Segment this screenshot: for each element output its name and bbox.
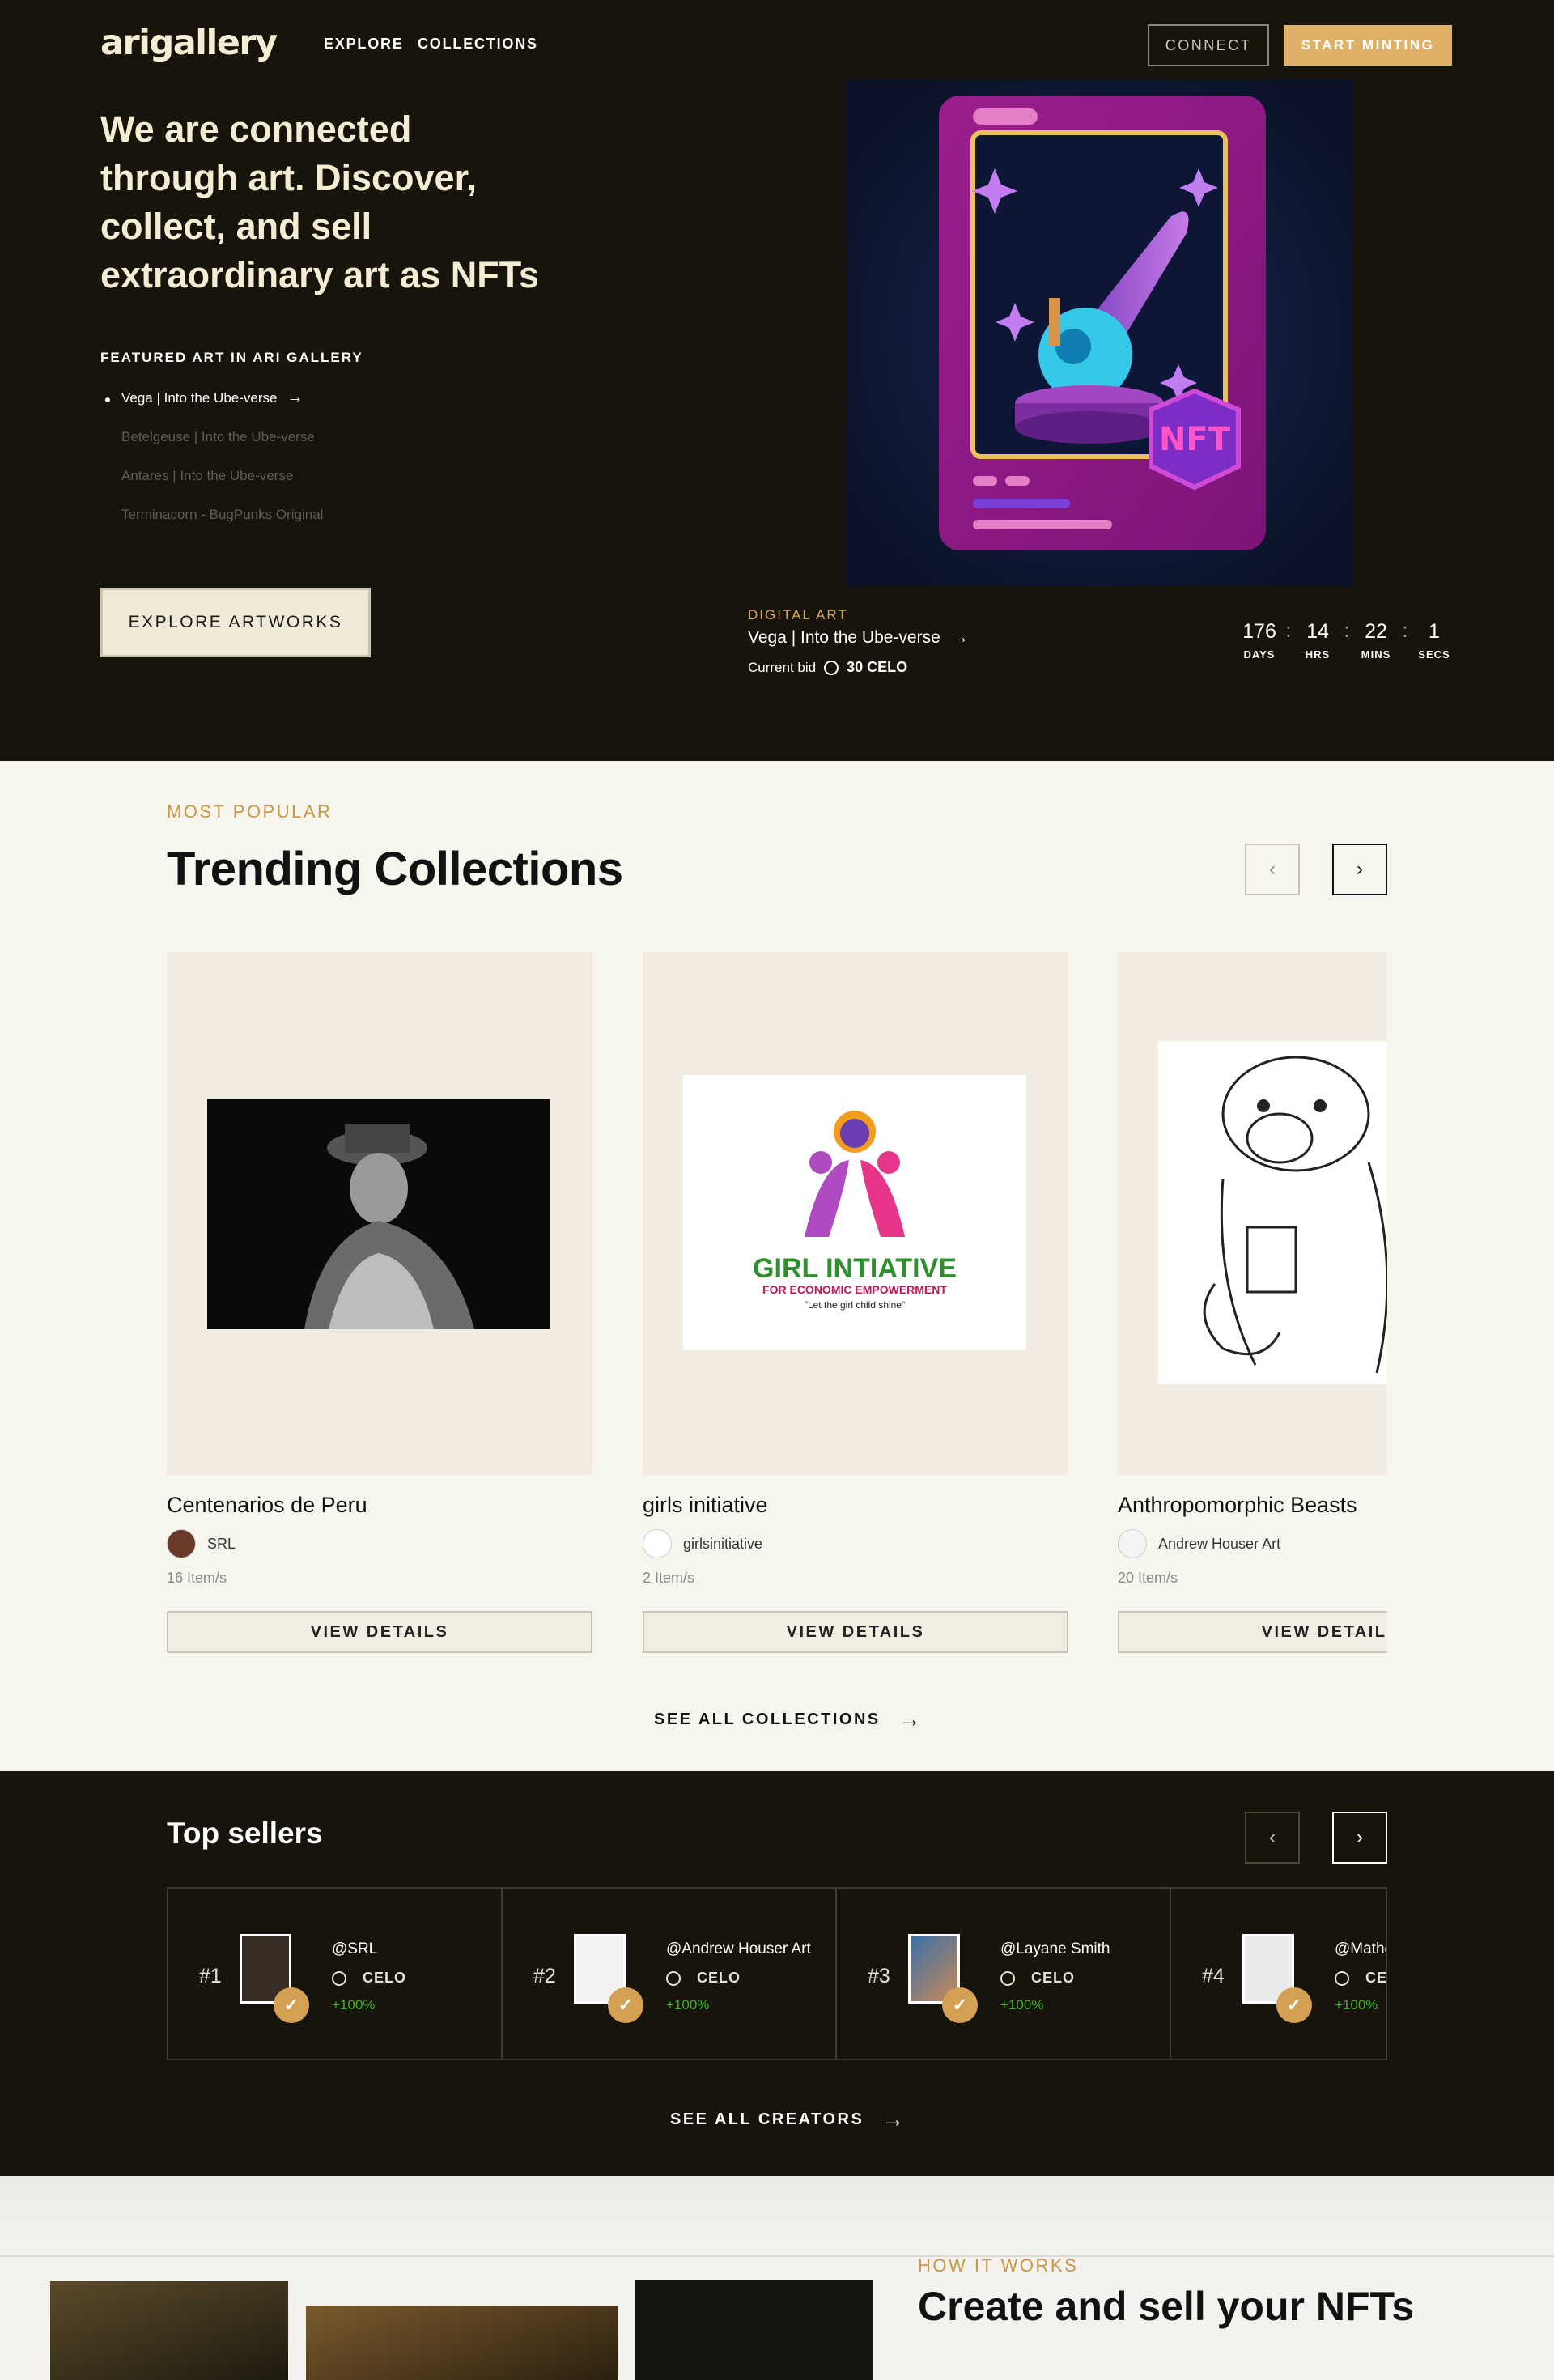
portrait-illustration [304, 1124, 474, 1329]
girl-initiative-logo: GIRL INTIATIVE FOR ECONOMIC EMPOWERMENT … [683, 1075, 1026, 1350]
seller-name: @SRL [332, 1940, 378, 1957]
owner-name: girlsinitiative [683, 1535, 763, 1552]
collection-owner[interactable]: Andrew Houser Art [1118, 1529, 1387, 1558]
seller-rank: #2 [533, 1965, 556, 1987]
timer-secs: 1 [1429, 620, 1440, 643]
currency-label: CELO [1365, 1970, 1387, 1986]
logo-subtitle: FOR ECONOMIC EMPOWERMENT [762, 1283, 947, 1296]
currency-label: CELO [363, 1970, 407, 1986]
logo-title: GIRL INTIATIVE [753, 1253, 957, 1284]
top-sellers-title: Top sellers [167, 1817, 323, 1850]
seller-name: @Andrew Houser Art [666, 1940, 811, 1957]
verified-badge-icon: ✓ [608, 1987, 643, 2023]
how-title: Create and sell your NFTs [918, 2284, 1415, 2329]
see-all-creators-label: SEE ALL CREATORS [670, 2110, 864, 2128]
top-sellers-section: Top sellers ‹ › #1 ✓ @SRL CELO +100% #2 … [0, 1771, 1554, 2176]
chevron-right-icon: › [1357, 1826, 1363, 1848]
seller-change: +100% [1000, 1997, 1044, 2012]
seller-currency: CELO [1335, 1970, 1387, 1987]
collection-name[interactable]: Anthropomorphic Beasts [1118, 1493, 1387, 1518]
timer-secs-label: SECS [1418, 648, 1450, 661]
sellers-prev-button[interactable]: ‹ [1245, 1812, 1300, 1864]
arrow-right-icon: → [881, 2106, 906, 2131]
celo-icon [1335, 1970, 1349, 1986]
marble-background [0, 2176, 1554, 2257]
logo-tagline: "Let the girl child shine" [805, 1299, 906, 1311]
sellers-carousel: #1 ✓ @SRL CELO +100% #2 ✓ @Andrew Houser… [167, 1887, 1387, 2060]
owner-name: Andrew Houser Art [1158, 1535, 1281, 1552]
collection-image [167, 952, 592, 1475]
arrow-right-icon: → [898, 1706, 923, 1732]
artwork-thumbnail[interactable] [306, 2306, 618, 2380]
sellers-next-button[interactable]: › [1332, 1812, 1387, 1864]
avatar [167, 1529, 196, 1558]
seller-currency: CELO [666, 1970, 741, 1987]
verified-badge-icon: ✓ [942, 1987, 978, 2023]
seller-card[interactable]: #4 ✓ @Mathe CELO +100% [1171, 1889, 1387, 2059]
see-all-collections-label: SEE ALL COLLECTIONS [654, 1710, 881, 1728]
avatar [643, 1529, 672, 1558]
seller-change: +100% [666, 1997, 710, 2012]
beast-drawing [1158, 1041, 1387, 1384]
collection-image: GIRL INTIATIVE FOR ECONOMIC EMPOWERMENT … [643, 952, 1068, 1475]
celo-icon [1000, 1970, 1015, 1986]
currency-label: CELO [697, 1970, 741, 1986]
beast-illustration [1203, 1056, 1387, 1374]
seller-currency: CELO [1000, 1970, 1075, 1987]
celo-icon [666, 1970, 681, 1986]
owner-name: SRL [207, 1535, 236, 1552]
avatar [1118, 1529, 1147, 1558]
seller-change: +100% [332, 1997, 376, 2012]
collection-name[interactable]: girls initiative [643, 1493, 1068, 1518]
collection-owner[interactable]: girlsinitiative [643, 1529, 1068, 1558]
portrait-photo [207, 1099, 550, 1329]
collection-owner[interactable]: SRL [167, 1529, 592, 1558]
seller-rank: #4 [1202, 1965, 1225, 1987]
collections-carousel: Centenarios de Peru SRL 16 Item/s VIEW D… [167, 0, 1387, 1771]
seller-card[interactable]: #2 ✓ @Andrew Houser Art CELO +100% [503, 1889, 837, 2059]
how-it-works-section: HOW IT WORKS Create and sell your NFTs [0, 2176, 1554, 2380]
seller-rank: #3 [868, 1965, 890, 1987]
celo-icon [332, 1970, 346, 1986]
view-details-button[interactable]: VIEW DETAILS [1118, 1611, 1387, 1653]
seller-card[interactable]: #3 ✓ @Layane Smith CELO +100% [837, 1889, 1171, 2059]
see-all-collections-link[interactable]: SEE ALL COLLECTIONS → [654, 1706, 923, 1732]
how-eyebrow: HOW IT WORKS [918, 2255, 1079, 2276]
seller-rank: #1 [199, 1965, 222, 1987]
logo-illustration: GIRL INTIATIVE FOR ECONOMIC EMPOWERMENT … [753, 1111, 957, 1311]
seller-change: +100% [1335, 1997, 1378, 2012]
verified-badge-icon: ✓ [1276, 1987, 1312, 2023]
collection-card[interactable]: Centenarios de Peru SRL 16 Item/s VIEW D… [167, 952, 592, 1653]
verified-badge-icon: ✓ [274, 1987, 309, 2023]
timer-separator: : [1402, 620, 1408, 642]
seller-name: @Layane Smith [1000, 1940, 1110, 1957]
collection-item-count: 16 Item/s [167, 1570, 227, 1586]
collection-image [1118, 952, 1387, 1475]
collection-item-count: 20 Item/s [1118, 1570, 1178, 1586]
collection-card[interactable]: GIRL INTIATIVE FOR ECONOMIC EMPOWERMENT … [643, 952, 1068, 1653]
see-all-creators-link[interactable]: SEE ALL CREATORS → [670, 2106, 906, 2132]
chevron-left-icon: ‹ [1269, 1826, 1276, 1848]
seller-card[interactable]: #1 ✓ @SRL CELO +100% [168, 1889, 503, 2059]
artwork-thumbnail[interactable] [50, 2281, 288, 2380]
view-details-button[interactable]: VIEW DETAILS [643, 1611, 1068, 1653]
view-details-button[interactable]: VIEW DETAILS [167, 1611, 592, 1653]
divider [0, 2255, 1554, 2257]
collection-item-count: 2 Item/s [643, 1570, 695, 1586]
currency-label: CELO [1031, 1970, 1076, 1986]
collection-card[interactable]: Anthropomorphic Beasts Andrew Houser Art… [1118, 952, 1387, 1653]
artwork-thumbnail[interactable] [635, 2280, 873, 2380]
collection-name[interactable]: Centenarios de Peru [167, 1493, 592, 1518]
seller-name: @Mathe [1335, 1940, 1387, 1957]
seller-currency: CELO [332, 1970, 406, 1987]
